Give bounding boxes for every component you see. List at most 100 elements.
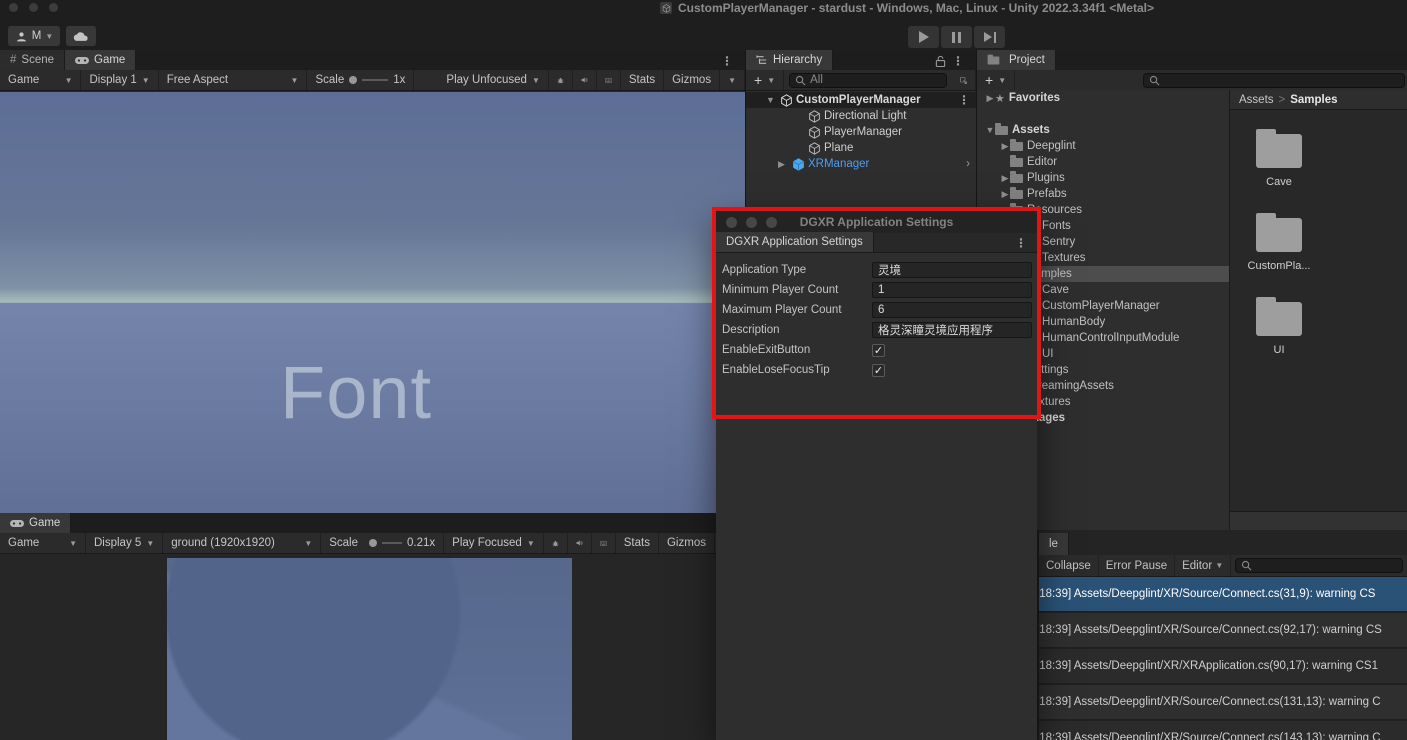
scale-slider[interactable]: Scale 1x: [307, 69, 415, 91]
hierarchy-item[interactable]: ▼ CustomPlayerManager ⋮: [746, 92, 976, 108]
console-entry[interactable]: [18:39] Assets/Deepglint/XR/Source/Conne…: [1039, 685, 1407, 721]
folder-item[interactable]: UI: [1244, 294, 1314, 356]
field-checkbox[interactable]: ✓: [872, 343, 885, 357]
tab-scene[interactable]: # Scene: [0, 50, 66, 70]
view-menu-dropdown-2[interactable]: Game ▼: [0, 532, 86, 554]
folder-icon: [1256, 213, 1302, 252]
console-entry[interactable]: [18:39] Assets/Deepglint/XR/Source/Conne…: [1039, 613, 1407, 649]
mute-audio-button[interactable]: [573, 69, 597, 91]
cloud-services-button[interactable]: [66, 26, 96, 46]
editor-dropdown[interactable]: Editor ▼: [1175, 554, 1232, 577]
game2-viewport[interactable]: [0, 556, 717, 740]
hierarchy-add-button[interactable]: + ▼: [746, 69, 785, 91]
hierarchy-item[interactable]: Plane: [746, 140, 976, 156]
field-checkbox[interactable]: ✓: [872, 363, 885, 377]
debug-bug-button[interactable]: [549, 69, 573, 91]
folder-item[interactable]: CustomPla...: [1244, 210, 1314, 272]
error-pause-button[interactable]: Error Pause: [1099, 554, 1176, 577]
field-input[interactable]: 1: [872, 282, 1032, 298]
minimize-window-button[interactable]: [746, 217, 757, 228]
project-tree-item[interactable]: ▶ Plugins: [977, 170, 1229, 186]
project-tree-item[interactable]: ▼ Assets: [977, 122, 1229, 138]
keyboard-shortcuts-button-2[interactable]: [592, 532, 616, 554]
project-tree-item[interactable]: ▶ ★ Favorites: [977, 90, 1229, 106]
collapse-button[interactable]: Collapse: [1039, 554, 1099, 577]
tab-hierarchy[interactable]: Hierarchy: [746, 50, 834, 70]
hierarchy-item[interactable]: Directional Light: [746, 108, 976, 124]
settings-menu-icon[interactable]: ⋮: [1015, 237, 1027, 249]
breadcrumb[interactable]: Assets > Samples: [1230, 90, 1407, 110]
expand-arrow-icon[interactable]: ▶: [1000, 173, 1010, 184]
account-button[interactable]: M ▼: [8, 26, 60, 46]
mute-audio-button-2[interactable]: [568, 532, 592, 554]
expand-arrow-icon[interactable]: ▶: [778, 159, 785, 170]
play-focus-dropdown-2[interactable]: Play Focused ▼: [444, 532, 544, 554]
field-label: EnableLoseFocusTip: [722, 364, 830, 376]
field-input[interactable]: 6: [872, 302, 1032, 318]
folder-item[interactable]: Cave: [1244, 126, 1314, 188]
expand-arrow-icon[interactable]: ▶: [1000, 141, 1010, 152]
game-viewport[interactable]: Font: [0, 92, 745, 536]
zoom-window-button[interactable]: [49, 3, 58, 12]
console-search-input[interactable]: [1235, 558, 1403, 573]
aspect-dropdown[interactable]: Free Aspect ▼: [159, 69, 308, 91]
scene-menu-icon[interactable]: ⋮: [958, 94, 970, 106]
console-entry[interactable]: [18:39] Assets/Deepglint/XR/Source/Conne…: [1039, 577, 1407, 613]
project-search-input[interactable]: [1143, 72, 1405, 88]
scale-knob-2[interactable]: [369, 539, 378, 547]
console-entry[interactable]: [18:39] Assets/Deepglint/XR/Source/Conne…: [1039, 721, 1407, 740]
gizmos-extra-dropdown[interactable]: ▼: [720, 69, 745, 91]
expand-arrow-icon[interactable]: ▶: [1000, 189, 1010, 200]
expand-arrow-icon[interactable]: ▶: [985, 93, 995, 104]
aspect-dropdown-2[interactable]: ground (1920x1920) ▼: [163, 532, 322, 554]
scale-slider-2[interactable]: Scale 0.21x: [321, 532, 445, 554]
settings-window-titlebar[interactable]: DGXR Application Settings: [716, 211, 1037, 233]
project-tree-item[interactable]: ▶ Prefabs: [977, 186, 1229, 202]
view-menu-dropdown[interactable]: Game ▼: [0, 69, 82, 91]
project-tree-item[interactable]: ▶ Deepglint: [977, 138, 1229, 154]
field-control: ✓: [872, 343, 1032, 357]
field-input[interactable]: 格灵深瞳灵境应用程序: [872, 322, 1032, 338]
tab-game[interactable]: Game: [65, 50, 137, 70]
tab-game-2[interactable]: Game: [0, 513, 72, 533]
hierarchy-search-input[interactable]: All: [789, 72, 947, 88]
settings-field-row: Minimum Player Count 1: [716, 280, 1037, 300]
hierarchy-menu-icon[interactable]: ⋮: [952, 55, 964, 67]
play-focus-dropdown[interactable]: Play Unfocused ▼: [438, 69, 549, 91]
scale-value: 1x: [393, 74, 406, 86]
expand-arrow-icon[interactable]: ▼: [766, 95, 775, 105]
gizmos-dropdown[interactable]: Gizmos: [664, 69, 721, 91]
gizmos-dropdown-2[interactable]: Gizmos: [659, 532, 715, 554]
project-add-button[interactable]: + ▼: [977, 69, 1016, 91]
display-dropdown[interactable]: Display 1 ▼: [81, 69, 159, 91]
pause-button[interactable]: [941, 26, 972, 48]
stats-button[interactable]: Stats: [621, 69, 665, 91]
minimize-window-button[interactable]: [29, 3, 38, 12]
dock-menu-icon[interactable]: ⋮: [721, 55, 733, 67]
play-button[interactable]: [908, 26, 939, 48]
stats-button-2[interactable]: Stats: [616, 532, 659, 554]
chevron-right-icon[interactable]: ›: [966, 158, 970, 170]
step-button[interactable]: [974, 26, 1005, 48]
project-tree-label: HumanBody: [1042, 316, 1106, 328]
hierarchy-item[interactable]: PlayerManager: [746, 124, 976, 140]
field-input[interactable]: 灵境: [872, 262, 1032, 278]
tab-dgxr-settings[interactable]: DGXR Application Settings: [716, 232, 874, 252]
lock-icon[interactable]: [935, 55, 946, 67]
scale-knob[interactable]: [349, 76, 358, 84]
console-entry[interactable]: [18:39] Assets/Deepglint/XR/XRApplicatio…: [1039, 649, 1407, 685]
breadcrumb-root[interactable]: Assets: [1239, 94, 1274, 106]
project-tree-item[interactable]: Editor: [977, 154, 1229, 170]
zoom-window-button[interactable]: [766, 217, 777, 228]
debug-bug-button-2[interactable]: [544, 532, 568, 554]
project-tree-label: Cave: [1042, 284, 1069, 296]
keyboard-shortcuts-button[interactable]: [597, 69, 621, 91]
close-window-button[interactable]: [9, 3, 18, 12]
expand-arrow-icon[interactable]: ▼: [985, 125, 995, 135]
close-window-button[interactable]: [726, 217, 737, 228]
display-dropdown-2[interactable]: Display 5 ▼: [86, 532, 164, 554]
tab-project[interactable]: Project: [977, 50, 1056, 70]
tab-console[interactable]: le: [1039, 533, 1069, 555]
pick-object-icon[interactable]: [952, 69, 976, 91]
hierarchy-item[interactable]: ▶ XRManager ›: [746, 156, 976, 172]
